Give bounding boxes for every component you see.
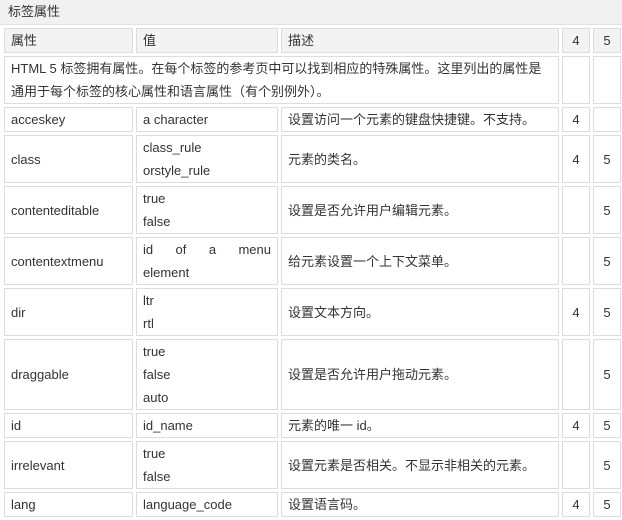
table-row: class class_rule orstyle_rule 元素的类名。 4 5 — [4, 135, 621, 183]
html4-support — [562, 186, 590, 234]
attribute-name: acceskey — [4, 107, 133, 132]
attribute-values: true false — [136, 186, 278, 234]
attribute-description: 设置元素是否相关。不显示非相关的元素。 — [281, 441, 559, 489]
attribute-description: 元素的类名。 — [281, 135, 559, 183]
attribute-values: id_name — [136, 413, 278, 438]
intro-html4 — [562, 56, 590, 104]
attribute-value: false — [143, 214, 171, 229]
attribute-value: true — [143, 446, 166, 461]
attribute-value: auto — [143, 390, 169, 405]
attribute-value: true — [143, 344, 166, 359]
html5-support: 5 — [593, 339, 621, 410]
html4-support — [562, 237, 590, 285]
header-attribute: 属性 — [4, 28, 133, 53]
html4-support: 4 — [562, 413, 590, 438]
attribute-value: false — [143, 367, 171, 382]
attribute-value: language_code — [143, 497, 232, 512]
attribute-description: 设置语言码。 — [281, 492, 559, 517]
header-value: 值 — [136, 28, 278, 53]
attribute-values: language_code — [136, 492, 278, 517]
attribute-values: true false auto — [136, 339, 278, 410]
html4-support: 4 — [562, 492, 590, 517]
attribute-value: rtl — [143, 316, 154, 331]
attribute-name: lang — [4, 492, 133, 517]
attribute-description: 设置文本方向。 — [281, 288, 559, 336]
attribute-values: id of a menu element — [136, 237, 278, 285]
attribute-description: 设置访问一个元素的键盘快捷键。不支持。 — [281, 107, 559, 132]
attributes-table: 属性 值 描述 4 5 HTML 5 标签拥有属性。在每个标签的参考页中可以找到… — [1, 25, 622, 520]
attribute-name: class — [4, 135, 133, 183]
html5-support: 5 — [593, 288, 621, 336]
attribute-name: id — [4, 413, 133, 438]
table-row: draggable true false auto 设置是否允许用户拖动元素。 5 — [4, 339, 621, 410]
table-row: contentextmenu id of a menu element 给元素设置一个… — [4, 237, 621, 285]
attribute-description: 设置是否允许用户编辑元素。 — [281, 186, 559, 234]
attribute-name: dir — [4, 288, 133, 336]
attribute-name: contenteditable — [4, 186, 133, 234]
attribute-description: 元素的唯一 id。 — [281, 413, 559, 438]
header-html5: 5 — [593, 28, 621, 53]
html5-support: 5 — [593, 135, 621, 183]
html5-support: 5 — [593, 441, 621, 489]
intro-row: HTML 5 标签拥有属性。在每个标签的参考页中可以找到相应的特殊属性。这里列出… — [4, 56, 621, 104]
html5-support — [593, 107, 621, 132]
table-row: dir ltr rtl 设置文本方向。 4 5 — [4, 288, 621, 336]
table-row: irrelevant true false 设置元素是否相关。不显示非相关的元素。 5 — [4, 441, 621, 489]
attribute-values: class_rule orstyle_rule — [136, 135, 278, 183]
table-row: id id_name 元素的唯一 id。 4 5 — [4, 413, 621, 438]
attribute-values: a character — [136, 107, 278, 132]
attribute-values: ltr rtl — [136, 288, 278, 336]
attribute-value: true — [143, 191, 166, 206]
attribute-value: class_rule — [143, 140, 202, 155]
html4-support: 4 — [562, 288, 590, 336]
html4-support — [562, 441, 590, 489]
attribute-description: 设置是否允许用户拖动元素。 — [281, 339, 559, 410]
header-description: 描述 — [281, 28, 559, 53]
attribute-description: 给元素设置一个上下文菜单。 — [281, 237, 559, 285]
table-row: contenteditable true false 设置是否允许用户编辑元素。 5 — [4, 186, 621, 234]
intro-text: HTML 5 标签拥有属性。在每个标签的参考页中可以找到相应的特殊属性。这里列出… — [4, 56, 559, 104]
html4-support: 4 — [562, 107, 590, 132]
html5-support: 5 — [593, 413, 621, 438]
html5-support: 5 — [593, 492, 621, 517]
attribute-values: true false — [136, 441, 278, 489]
html5-support: 5 — [593, 237, 621, 285]
attribute-value: orstyle_rule — [143, 163, 211, 178]
attribute-value: ltr — [143, 293, 154, 308]
html4-support — [562, 339, 590, 410]
attribute-name: contentextmenu — [4, 237, 133, 285]
attribute-value: a character — [143, 112, 209, 127]
header-html4: 4 — [562, 28, 590, 53]
table-caption: 标签属性 — [0, 0, 622, 25]
table-row: acceskey a character 设置访问一个元素的键盘快捷键。不支持。 4 — [4, 107, 621, 132]
intro-html5 — [593, 56, 621, 104]
html5-support: 5 — [593, 186, 621, 234]
attribute-name: draggable — [4, 339, 133, 410]
attribute-value: false — [143, 469, 171, 484]
attribute-value: id of a menu — [143, 242, 271, 257]
attribute-value: element — [143, 265, 190, 280]
attribute-value: id_name — [143, 418, 193, 433]
header-row: 属性 值 描述 4 5 — [4, 28, 621, 53]
attribute-name: irrelevant — [4, 441, 133, 489]
table-row: lang language_code 设置语言码。 4 5 — [4, 492, 621, 517]
html4-support: 4 — [562, 135, 590, 183]
